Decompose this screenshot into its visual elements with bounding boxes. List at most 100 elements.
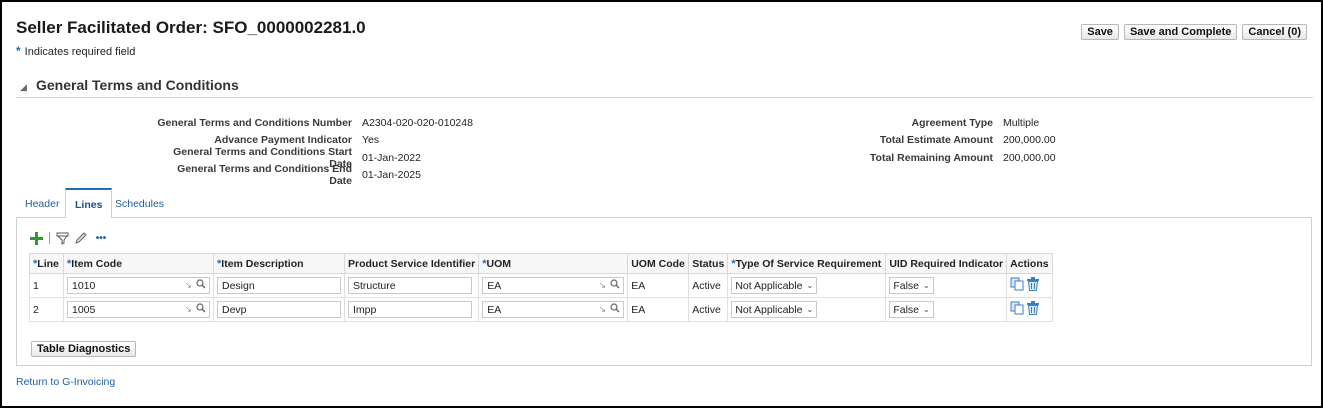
cell-service-requirement: Not Applicable ⌄ — [727, 273, 887, 298]
cell-line: 1 — [29, 273, 64, 298]
cell-uom: EA ↘ — [478, 297, 629, 322]
page-title: Seller Facilitated Order: SFO_0000002281… — [16, 18, 366, 37]
table-row[interactable]: 2 1005 ↘ Devp Impp EA ↘ EA Active Not Ap… — [29, 297, 1053, 322]
field-label: Agreement Type — [911, 116, 994, 129]
item-description-input[interactable]: Design — [217, 277, 341, 294]
cell-uid-required: False ⌄ — [885, 273, 1008, 298]
required-note-text: Indicates required field — [24, 46, 136, 58]
lines-panel: ••• *Line *Item Code *Item Description P… — [16, 217, 1312, 366]
cell-item-code: 1010 ↘ — [63, 273, 214, 298]
item-code-input[interactable]: 1010 ↘ — [67, 277, 210, 294]
add-icon[interactable] — [29, 231, 43, 245]
service-requirement-select[interactable]: Not Applicable ⌄ — [731, 301, 818, 318]
save-and-complete-button[interactable]: Save and Complete — [1123, 24, 1238, 40]
save-button[interactable]: Save — [1081, 24, 1119, 40]
lines-table: *Line *Item Code *Item Description Produ… — [29, 253, 1053, 322]
item-code-input[interactable]: 1005 ↘ — [67, 301, 210, 318]
filter-icon[interactable] — [56, 231, 70, 245]
column-header-line: *Line — [29, 253, 64, 274]
field-label: Total Remaining Amount — [869, 151, 993, 164]
terms-fields-right: Agreement Type Multiple Total Estimate A… — [852, 114, 1056, 167]
product-service-identifier-input[interactable]: Structure — [348, 277, 472, 294]
triangle-down-icon[interactable]: ◢ — [20, 82, 27, 93]
required-star: * — [16, 44, 21, 58]
uom-input[interactable]: EA ↘ — [482, 277, 625, 294]
field-row: General Terms and Conditions End Date 01… — [152, 163, 473, 187]
cell-status: Active — [688, 273, 729, 298]
field-value: 200,000.00 — [1003, 151, 1056, 164]
cell-actions — [1006, 273, 1053, 298]
field-label: Total Estimate Amount — [879, 134, 993, 147]
section-header: ◢ General Terms and Conditions — [16, 76, 1313, 98]
cell-product-service-identifier: Structure — [343, 273, 480, 298]
field-value: Yes — [362, 134, 380, 147]
field-row: Total Estimate Amount 200,000.00 — [852, 132, 1056, 150]
section-title: General Terms and Conditions — [36, 77, 239, 93]
column-header-type-of-service: *Type Of Service Requirement — [727, 253, 887, 274]
chevron-down-icon: ⌄ — [806, 305, 814, 314]
cell-status: Active — [688, 297, 729, 322]
tab-header[interactable]: Header — [16, 188, 68, 218]
field-row: Agreement Type Multiple — [852, 114, 1056, 132]
cell-uom-code: EA — [627, 297, 690, 322]
cell-service-requirement: Not Applicable ⌄ — [727, 297, 887, 322]
field-label: General Terms and Conditions Number — [157, 116, 352, 129]
search-icon[interactable] — [610, 279, 620, 292]
more-icon[interactable]: ••• — [92, 231, 110, 245]
cell-product-service-identifier: Impp — [343, 297, 480, 322]
table-header-row: *Line *Item Code *Item Description Produ… — [29, 253, 1053, 274]
uid-required-select[interactable]: False ⌄ — [889, 301, 934, 318]
field-value: Multiple — [1003, 116, 1040, 129]
page-actions: Save Save and Complete Cancel (0) — [1081, 24, 1307, 40]
item-description-input[interactable]: Devp — [217, 301, 341, 318]
delete-icon[interactable] — [1027, 301, 1039, 318]
cell-item-code: 1005 ↘ — [63, 297, 214, 322]
tab-schedules[interactable]: Schedules — [106, 188, 173, 218]
tab-bar: Header Lines Schedules — [16, 188, 1312, 218]
lov-resize-icon: ↘ — [184, 280, 192, 290]
table-row[interactable]: 1 1010 ↘ Design Structure EA ↘ EA Active… — [29, 273, 1053, 298]
cell-item-description: Design — [213, 273, 345, 298]
delete-icon[interactable] — [1027, 277, 1039, 294]
lov-resize-icon: ↘ — [184, 304, 192, 314]
duplicate-icon[interactable] — [1010, 277, 1024, 294]
chevron-down-icon: ⌄ — [806, 281, 814, 290]
cell-actions — [1006, 297, 1053, 322]
column-header-uid-required: UID Required Indicator — [885, 253, 1008, 274]
cell-uid-required: False ⌄ — [885, 297, 1008, 322]
tab-lines[interactable]: Lines — [65, 188, 113, 218]
column-header-actions: Actions — [1006, 253, 1053, 274]
uom-input[interactable]: EA ↘ — [482, 301, 625, 318]
cell-uom: EA ↘ — [478, 273, 629, 298]
search-icon[interactable] — [196, 303, 206, 316]
field-row: General Terms and Conditions Number A230… — [152, 114, 473, 132]
service-requirement-select[interactable]: Not Applicable ⌄ — [731, 277, 818, 294]
search-icon[interactable] — [610, 303, 620, 316]
field-row: Total Remaining Amount 200,000.00 — [852, 149, 1056, 167]
field-value: A2304-020-020-010248 — [362, 116, 473, 129]
search-icon[interactable] — [196, 279, 206, 292]
duplicate-icon[interactable] — [1010, 301, 1024, 318]
uid-required-select[interactable]: False ⌄ — [889, 277, 934, 294]
return-to-g-invoicing-link[interactable]: Return to G-Invoicing — [16, 376, 115, 388]
toolbar-separator — [49, 232, 50, 244]
chevron-down-icon: ⌄ — [923, 305, 930, 314]
cell-line: 2 — [29, 297, 64, 322]
column-header-status: Status — [688, 253, 729, 274]
column-header-product-service-identifier: Product Service Identifier — [343, 253, 480, 274]
field-value: 200,000.00 — [1003, 134, 1056, 147]
edit-icon[interactable] — [74, 231, 88, 245]
product-service-identifier-input[interactable]: Impp — [348, 301, 472, 318]
chevron-down-icon: ⌄ — [923, 281, 930, 290]
terms-fields-left: General Terms and Conditions Number A230… — [152, 114, 473, 188]
field-label: General Terms and Conditions End Date — [177, 163, 352, 188]
column-header-uom: *UOM — [478, 253, 629, 274]
cancel-button[interactable]: Cancel (0) — [1242, 24, 1307, 40]
required-field-note: * Indicates required field — [16, 44, 135, 58]
table-toolbar: ••• — [29, 231, 110, 245]
cell-item-description: Devp — [213, 297, 345, 322]
column-header-uom-code: UOM Code — [627, 253, 690, 274]
field-value: 01-Jan-2022 — [362, 151, 421, 164]
lov-resize-icon: ↘ — [598, 280, 607, 290]
table-diagnostics-button[interactable]: Table Diagnostics — [31, 341, 137, 357]
